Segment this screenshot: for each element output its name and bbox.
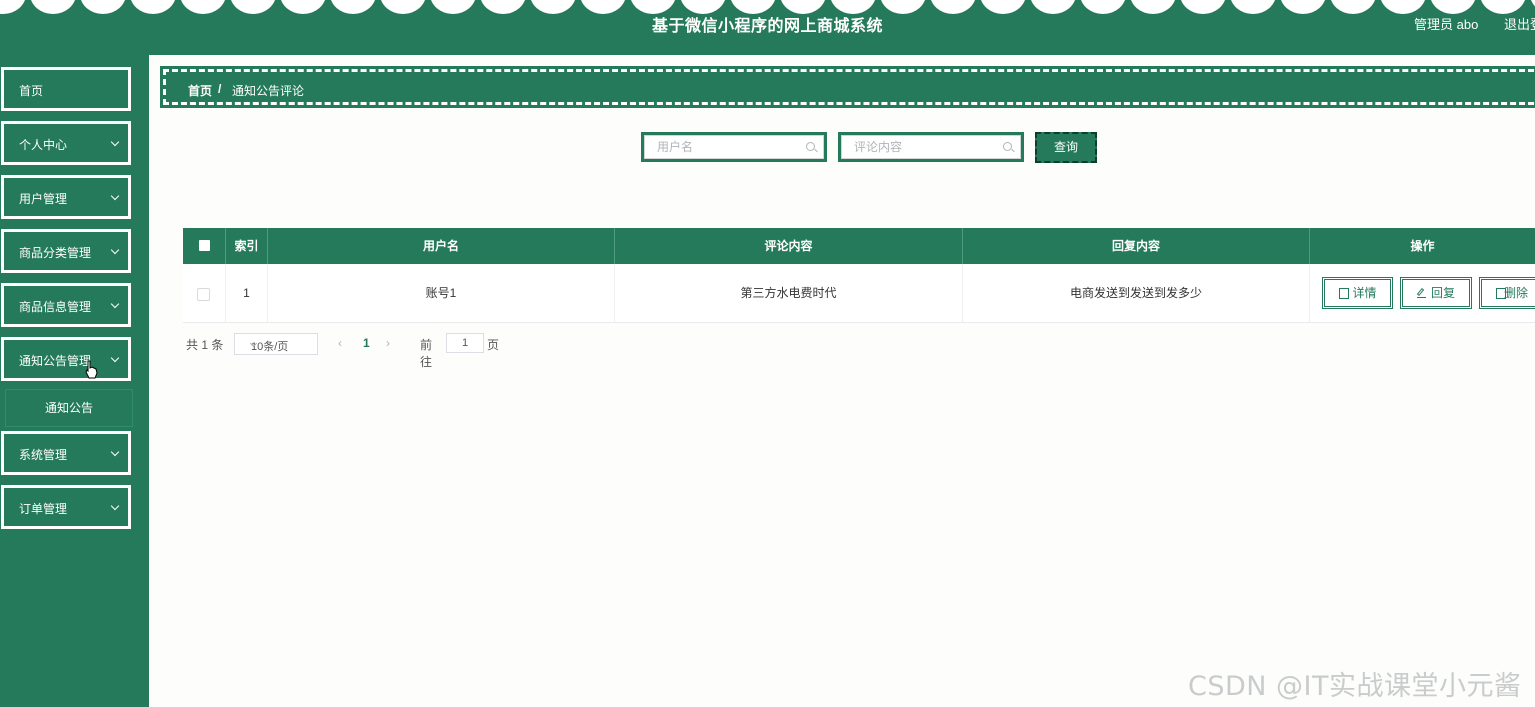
breadcrumb-current: 通知公告评论 bbox=[232, 84, 305, 98]
chevron-down-icon bbox=[110, 501, 120, 511]
header-actions: 操作 bbox=[1410, 239, 1435, 253]
document-icon bbox=[1339, 288, 1349, 299]
breadcrumb: 首页 / 通知公告评论 bbox=[160, 66, 1535, 108]
watermark: CSDN @IT实战课堂小元酱 bbox=[1188, 671, 1522, 702]
sidebar-item-system-management[interactable]: 系统管理 bbox=[1, 431, 131, 475]
sidebar-item-label: 个人中心 bbox=[19, 138, 68, 152]
cell-actions: 详情 回复 删除 bbox=[1310, 264, 1535, 322]
cell-reply: 电商发送到发送到发多少 bbox=[963, 264, 1310, 322]
comment-search-input[interactable] bbox=[841, 135, 1021, 159]
delete-button-label: 删除 bbox=[1503, 286, 1528, 300]
sidebar-item-label: 订单管理 bbox=[19, 502, 68, 516]
query-button[interactable]: 查询 bbox=[1035, 132, 1097, 163]
cell-index: 1 bbox=[226, 264, 268, 322]
header-index: 索引 bbox=[226, 228, 268, 264]
chevron-down-icon bbox=[110, 299, 120, 309]
sidebar-item-notice-management[interactable]: 通知公告管理 bbox=[1, 337, 131, 381]
page-size-value: 10条/页 bbox=[251, 341, 289, 353]
chevron-down-icon bbox=[110, 245, 120, 255]
delete-button[interactable]: 删除 bbox=[1479, 277, 1535, 309]
reply-button-label: 回复 bbox=[1430, 286, 1455, 300]
cell-username: 账号1 bbox=[268, 264, 615, 322]
top-header: 基于微信小程序的网上商城系统 管理员 abo 退出登录 bbox=[0, 0, 1535, 55]
detail-button[interactable]: 详情 bbox=[1322, 277, 1393, 309]
sidebar-subitem-notice[interactable]: 通知公告 bbox=[5, 389, 133, 427]
goto-page-input[interactable]: 1 bbox=[446, 333, 484, 353]
chevron-down-icon bbox=[110, 191, 120, 201]
sidebar-item-label: 通知公告管理 bbox=[19, 354, 92, 368]
comment-search-wrapper bbox=[838, 132, 1024, 162]
cell-comment: 第三方水电费时代 bbox=[615, 264, 963, 322]
sidebar-item-home[interactable]: 首页 bbox=[1, 67, 131, 111]
chevron-down-icon bbox=[110, 137, 120, 147]
trash-icon bbox=[1496, 288, 1506, 299]
sidebar-item-label: 系统管理 bbox=[19, 448, 68, 462]
breadcrumb-home[interactable]: 首页 bbox=[188, 82, 212, 99]
sidebar-item-label: 商品分类管理 bbox=[19, 246, 92, 260]
row-checkbox[interactable] bbox=[197, 288, 210, 301]
chevron-down-icon bbox=[110, 353, 120, 363]
current-user: 管理员 abo bbox=[1414, 17, 1479, 32]
page-number-current[interactable]: 1 bbox=[363, 336, 370, 350]
sidebar-item-category-management[interactable]: 商品分类管理 bbox=[1, 229, 131, 273]
table-header: 索引 用户名 评论内容 回复内容 操作 bbox=[183, 228, 1535, 264]
sidebar-item-order-management[interactable]: 订单管理 bbox=[1, 485, 131, 529]
chevron-down-icon bbox=[110, 447, 120, 457]
header-username: 用户名 bbox=[268, 228, 615, 264]
header-select-cell bbox=[183, 228, 226, 264]
sidebar-item-personal-center[interactable]: 个人中心 bbox=[1, 121, 131, 165]
reply-button[interactable]: 回复 bbox=[1400, 277, 1472, 309]
header-comment: 评论内容 bbox=[615, 228, 963, 264]
header-reply: 回复内容 bbox=[963, 228, 1310, 264]
sidebar-item-product-management[interactable]: 商品信息管理 bbox=[1, 283, 131, 327]
logout-link[interactable]: 退出登录 bbox=[1504, 14, 1535, 33]
app-title: 基于微信小程序的网上商城系统 bbox=[651, 18, 883, 35]
sidebar-item-user-management[interactable]: 用户管理 bbox=[1, 175, 131, 219]
table-row: 1 账号1 第三方水电费时代 电商发送到发送到发多少 详情 回复 删除 bbox=[183, 264, 1535, 323]
sidebar-item-label: 首页 bbox=[19, 84, 44, 98]
select-all-checkbox[interactable] bbox=[199, 240, 210, 251]
sidebar: 首页 个人中心 用户管理 商品分类管理 商品信息管理 通知公告管理 通知公告 系… bbox=[0, 55, 149, 707]
goto-label: 前往 bbox=[420, 338, 433, 369]
prev-page-icon[interactable]: ‹ bbox=[338, 336, 342, 350]
detail-button-label: 详情 bbox=[1352, 286, 1377, 300]
hand-cursor-icon bbox=[85, 360, 98, 379]
search-icon bbox=[1003, 142, 1012, 151]
username-search-wrapper bbox=[641, 132, 827, 162]
sidebar-item-label: 用户管理 bbox=[19, 192, 68, 206]
edit-icon bbox=[1417, 288, 1426, 298]
total-count: 共 1 条 bbox=[186, 338, 224, 352]
search-icon bbox=[806, 142, 815, 151]
row-select-cell bbox=[183, 264, 226, 322]
page-size-select[interactable]: 10条/页 bbox=[234, 333, 318, 355]
username-search-input[interactable] bbox=[644, 135, 824, 159]
next-page-icon[interactable]: › bbox=[386, 336, 390, 350]
breadcrumb-separator: / bbox=[218, 82, 222, 96]
page-suffix-label: 页 bbox=[487, 338, 500, 352]
sidebar-item-label: 商品信息管理 bbox=[19, 300, 92, 314]
